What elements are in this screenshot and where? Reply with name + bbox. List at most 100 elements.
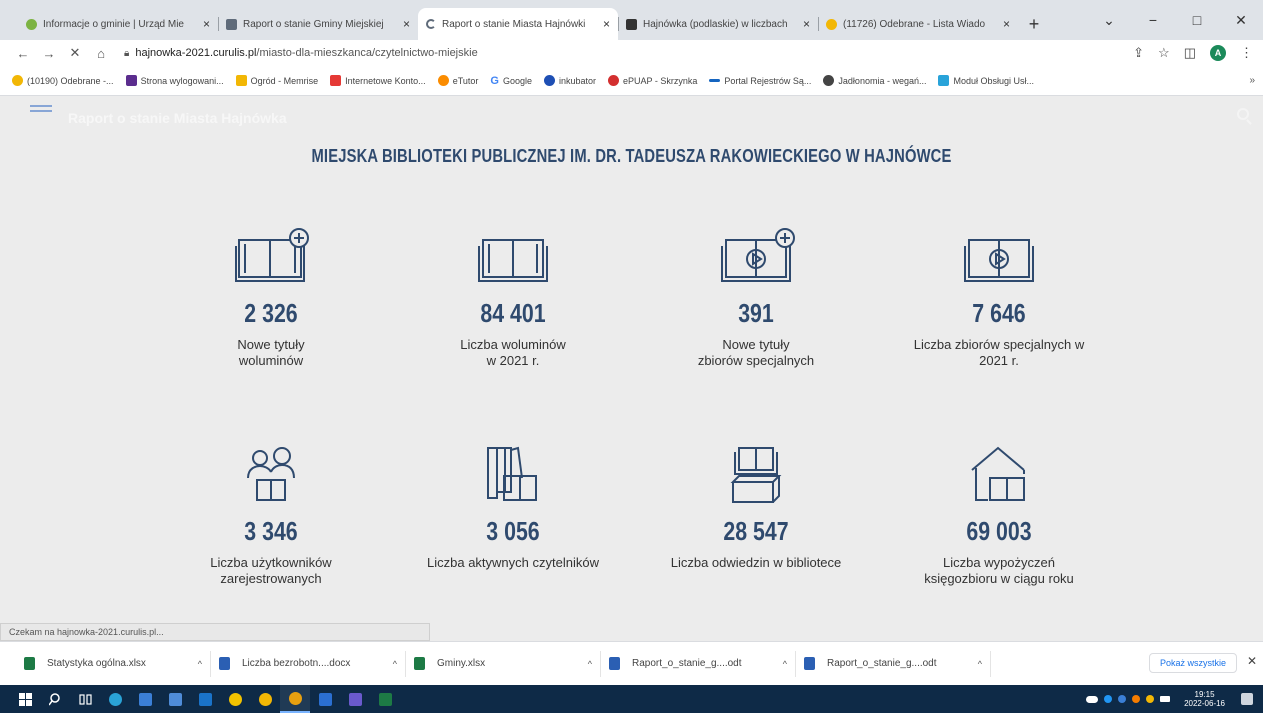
chevron-up-icon[interactable]: ^ [783,659,787,669]
stop-button[interactable]: ✕ [62,45,88,61]
word-file-icon [219,657,230,670]
bookmark[interactable]: inkubator [543,75,596,86]
word-icon [318,692,332,706]
browser-tab[interactable]: Hajnówka (podlaskie) w liczbach × [618,8,818,40]
start-button[interactable] [10,685,40,713]
tab-search-icon[interactable]: ⌄ [1087,12,1131,29]
taskbar-app[interactable] [130,685,160,713]
stat-value: 7 646 [972,298,1026,328]
download-item[interactable]: Gminy.xlsx ^ [406,650,601,677]
bookmark-label: Strona wylogowani... [140,75,224,86]
tray-app-icon[interactable] [1104,695,1113,703]
memrise-icon [235,75,247,86]
url-path: /miasto-dla-mieszkanca/czytelnictwo-miej… [256,47,478,59]
taskbar-app[interactable] [340,685,370,713]
chevron-up-icon[interactable]: ^ [588,659,592,669]
search-icon[interactable] [1237,108,1249,120]
chevron-up-icon[interactable]: ^ [393,659,397,669]
portal-icon [709,79,721,82]
taskbar-app[interactable] [370,685,400,713]
screen: Informacje o gminie | Urząd Mie × Raport… [0,0,1263,713]
maximize-button[interactable]: □ [1175,12,1219,28]
bookmark[interactable]: Ogród - Memrise [235,75,318,86]
address-toolbar: ← → ✕ ⌂ 🔒︎ hajnowka-2021.curulis.pl/miast… [0,40,1263,66]
home-button[interactable]: ⌂ [88,46,114,61]
bookmark[interactable]: Moduł Obsługi Usł... [938,75,1034,86]
chevron-up-icon[interactable]: ^ [978,659,982,669]
close-icon[interactable]: × [1003,17,1010,31]
bookmark[interactable]: eTutor [437,75,478,86]
taskbar-app[interactable] [250,685,280,713]
bookmark[interactable]: ePUAP - Skrzynka [608,75,697,86]
tray-app-icon[interactable] [1146,695,1155,703]
star-icon[interactable]: ☆ [1158,45,1170,61]
close-icon[interactable]: × [203,17,210,31]
more-bookmarks-icon[interactable]: » [1249,75,1255,86]
search-button[interactable] [40,685,70,713]
windows-icon [18,692,32,706]
new-tab-button[interactable]: + [1018,8,1050,40]
bookmark[interactable]: (10190) Odebrane -... [12,75,114,86]
stat-card: 7 646 Liczba zbiorów specjalnych w 2021 … [879,226,1119,369]
site-title[interactable]: Raport o stanie Miasta Hajnówka [68,110,287,126]
bookmark[interactable]: Portal Rejestrów Są... [709,76,811,86]
minimize-button[interactable]: − [1131,12,1175,28]
tab-title: Raport o stanie Gminy Miejskiej [243,18,384,30]
browser-tab[interactable]: Raport o stanie Gminy Miejskiej × [218,8,418,40]
clock-time: 19:15 [1194,690,1215,699]
taskbar-app[interactable] [220,685,250,713]
download-item[interactable]: Raport_o_stanie_g....odt ^ [601,650,796,677]
tray-app-icon[interactable] [1132,695,1141,703]
close-icon[interactable]: × [603,17,610,31]
bookmark[interactable]: Strona wylogowani... [125,75,224,86]
forward-button[interactable]: → [36,46,62,61]
address-bar[interactable]: 🔒︎ hajnowka-2021.curulis.pl/miasto-dla-mi… [124,47,1133,59]
web-page: Raport o stanie Miasta Hajnówka MIEJSKA … [0,96,1263,623]
bookmark[interactable]: Internetowe Konto... [330,75,426,86]
taskbar-app-active[interactable] [280,685,310,713]
mail-icon [826,18,837,30]
download-item[interactable]: Liczba bezrobotn....docx ^ [211,650,406,677]
loading-icon [426,19,436,29]
taskbar-app[interactable] [190,685,220,713]
download-item[interactable]: Raport_o_stanie_g....odt ^ [796,650,991,677]
close-downloads-icon[interactable]: ✕ [1247,654,1257,668]
notifications-icon[interactable] [1241,693,1253,705]
stat-value: 28 547 [723,516,789,546]
profile-avatar[interactable]: A [1210,45,1226,61]
system-clock[interactable]: 19:15 2022-06-16 [1184,690,1225,708]
taskbar-app[interactable] [310,685,340,713]
network-icon[interactable] [1160,696,1171,702]
cloud-icon[interactable] [1086,695,1099,703]
stat-label: Liczba odwiedzin w bibliotece [670,555,842,570]
taskbar-app[interactable] [100,685,130,713]
task-view-button[interactable] [70,685,100,713]
tab-title: Raport o stanie Miasta Hajnówki [442,18,586,30]
browser-tab[interactable]: Informacje o gminie | Urząd Mie × [18,8,218,40]
hamburger-menu-icon[interactable] [30,105,52,115]
bookmark-label: Portal Rejestrów Są... [724,75,812,86]
bookmark[interactable]: G Google [490,75,532,87]
taskbar-app[interactable] [160,685,190,713]
share-icon[interactable]: ⇪ [1133,45,1144,61]
mail-icon [198,692,212,706]
bookmark[interactable]: Jadłonomia - wegań... [823,75,926,86]
show-all-downloads-button[interactable]: Pokaż wszystkie [1148,653,1237,673]
bookmark-label: inkubator [558,75,596,86]
bookmark-label: (10190) Odebrane -... [27,75,114,86]
browser-tab-active[interactable]: Raport o stanie Miasta Hajnówki × [418,8,618,40]
chevron-up-icon[interactable]: ^ [198,659,202,669]
stat-card: 28 547 Liczba odwiedzin w bibliotece [636,444,876,571]
menu-icon[interactable]: ⋮ [1240,45,1253,61]
browser-tab[interactable]: (11726) Odebrane - Lista Wiado × [818,8,1018,40]
edge-icon [108,692,122,706]
close-icon[interactable]: × [803,17,810,31]
back-button[interactable]: ← [10,46,36,61]
download-item[interactable]: Statystyka ogólna.xlsx ^ [16,650,211,677]
close-icon[interactable]: × [403,17,410,31]
close-window-button[interactable]: ✕ [1219,12,1263,29]
tab-title: Hajnówka (podlaskie) w liczbach [643,18,788,30]
status-bubble: Czekam na hajnowka-2021.curulis.pl... [0,623,430,641]
side-panel-icon[interactable]: ◫ [1184,45,1196,61]
tray-app-icon[interactable] [1118,695,1127,703]
